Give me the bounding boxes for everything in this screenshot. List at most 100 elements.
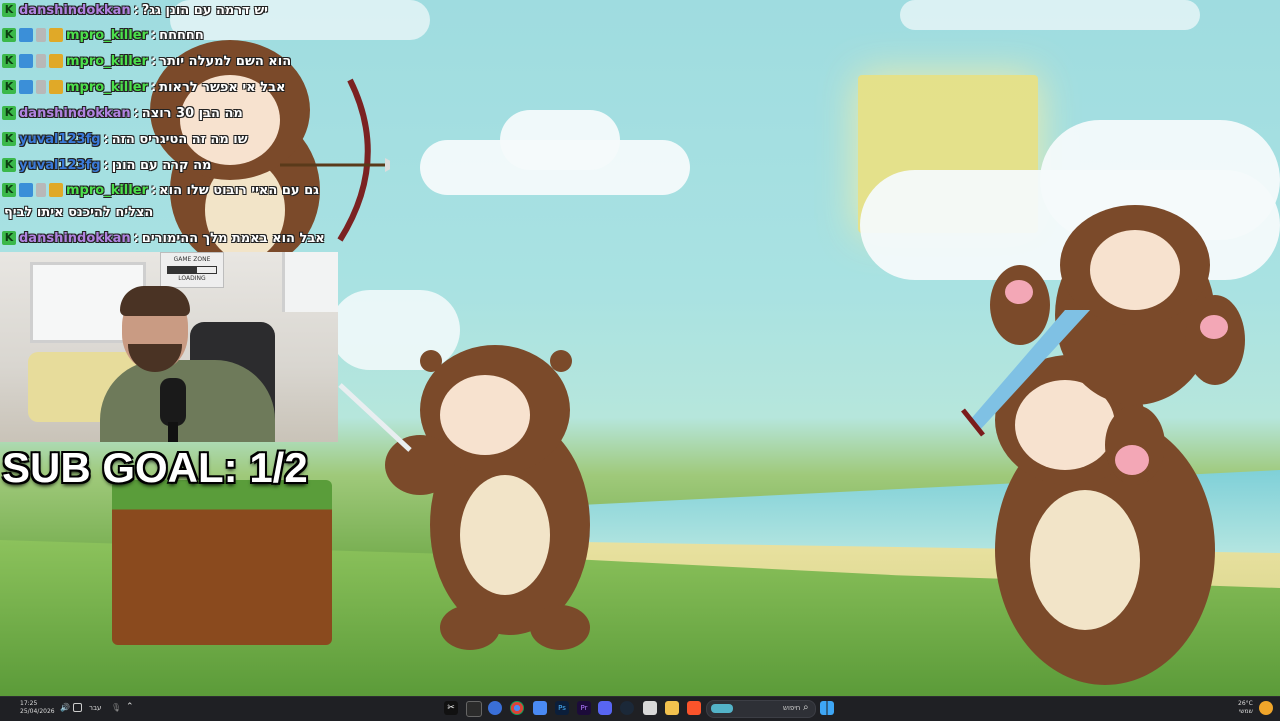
chat-text-continuation: הצליח להיכנס איתו לביף [4, 205, 154, 220]
subscriber-badge-icon [49, 28, 63, 42]
chat-username[interactable]: mpro_killer [66, 54, 148, 69]
windows-start-icon[interactable] [820, 701, 834, 715]
chat-username[interactable]: yuval123fg [19, 158, 101, 173]
kick-badge-icon: K [2, 183, 16, 197]
chat-username[interactable]: mpro_killer [66, 183, 148, 198]
app-explorer-icon[interactable] [665, 701, 679, 715]
chevron-up-icon[interactable]: ⌃ [126, 702, 134, 712]
clock-time: 17:25 [20, 700, 38, 707]
verified-badge-icon [19, 183, 33, 197]
weather-widget[interactable]: 26°C שמשי [1238, 700, 1253, 716]
chat-separator: : [103, 157, 109, 173]
chat-username[interactable]: mpro_killer [66, 80, 148, 95]
chat-message: K mpro_killer : חחחחח [2, 23, 204, 47]
taskbar: 17:25 25/04/2026 🔊 עבר 🎙 ⌃ ✂ Ps Pr חיפוש… [0, 696, 1280, 721]
app-terminal-icon[interactable] [466, 701, 482, 717]
chat-separator: : [150, 79, 157, 95]
sword-badge-icon [36, 183, 46, 197]
cloud [900, 0, 1200, 30]
chat-separator: : [133, 230, 139, 246]
chat-separator: : [150, 53, 157, 69]
clock-date: 25/04/2026 [20, 708, 55, 715]
kick-badge-icon: K [2, 106, 16, 120]
chat-username[interactable]: danshindokkan [19, 106, 131, 121]
chat-separator: : [133, 105, 139, 121]
sword-icon [338, 383, 412, 452]
volume-icon[interactable]: 🔊 [60, 703, 70, 712]
chat-text: אבל אי אפשר לראות [159, 79, 286, 95]
room-window [282, 252, 338, 312]
chat-separator: : [103, 131, 109, 147]
chat-username[interactable]: yuval123fg [19, 132, 101, 147]
sword-badge-icon [36, 28, 46, 42]
sun-weather-icon[interactable] [1259, 701, 1273, 715]
bow-icon [280, 78, 390, 242]
chat-text: חחחחח [159, 27, 204, 43]
app-premiere-icon[interactable]: Pr [577, 701, 591, 715]
sword-icon [961, 310, 1090, 437]
sword-badge-icon [36, 54, 46, 68]
subscriber-badge-icon [49, 183, 63, 197]
microphone-arm [168, 422, 178, 442]
taskbar-clock[interactable]: 17:25 25/04/2026 [20, 700, 55, 716]
chat-text: שו מה זה הטיגריס הזה [111, 131, 248, 147]
kick-badge-icon: K [2, 3, 16, 17]
microphone-tray-icon[interactable]: 🎙 [111, 703, 121, 712]
kick-badge-icon: K [2, 28, 16, 42]
verified-badge-icon [19, 28, 33, 42]
chat-username[interactable]: danshindokkan [19, 231, 131, 246]
sub-goal-label: SUB GOAL: 1/2 [2, 444, 308, 491]
app-steam-icon[interactable] [620, 701, 634, 715]
search-highlight-icon [711, 704, 733, 713]
kick-badge-icon: K [2, 54, 16, 68]
chat-message: K danshindokkan : אבל הוא באמת מלך ההימו… [2, 226, 325, 250]
verified-badge-icon [19, 80, 33, 94]
chat-separator: : [150, 27, 157, 43]
chat-separator: : [133, 2, 139, 18]
bear-swordsman [338, 335, 610, 655]
cloud [500, 110, 620, 170]
weather-temp: 26°C [1238, 700, 1253, 707]
chat-text: מה קרה עם הונן [111, 157, 212, 173]
app-photoshop-icon[interactable]: Ps [555, 701, 569, 715]
app-brave-icon[interactable] [687, 701, 701, 715]
input-language[interactable]: עבר [89, 704, 101, 712]
weather-condition: שמשי [1238, 708, 1253, 715]
kick-badge-icon: K [2, 231, 16, 245]
streamer-hair [120, 286, 190, 316]
chat-text: אבל הוא באמת מלך ההימורים [141, 230, 325, 246]
subscriber-badge-icon [49, 80, 63, 94]
chat-message: K mpro_killer : גם עם האיי רובוט שלו הוא [2, 178, 319, 202]
chat-username[interactable]: mpro_killer [66, 28, 148, 43]
verified-badge-icon [19, 54, 33, 68]
subscriber-badge-icon [49, 54, 63, 68]
poster-subtitle: LOADING [178, 275, 206, 282]
app-calculator-icon[interactable] [643, 701, 657, 715]
grass-dirt-block [112, 480, 332, 645]
webcam-feed: GAME ZONE LOADING [0, 252, 338, 442]
chat-text: גם עם האיי רובוט שלו הוא [159, 182, 319, 198]
app-git-icon[interactable] [488, 701, 502, 715]
chat-message: K yuval123fg : מה קרה עם הונן [2, 153, 211, 177]
microphone-icon [160, 378, 186, 426]
chat-message: K mpro_killer : אבל אי אפשר לראות [2, 75, 285, 99]
sword-badge-icon [36, 80, 46, 94]
app-docs-icon[interactable] [533, 701, 547, 715]
search-placeholder: חיפוש [783, 704, 801, 712]
chat-separator: : [150, 182, 157, 198]
taskbar-search[interactable]: חיפוש ⌕ [706, 700, 816, 718]
chat-text: הוא השם למעלה יותר [159, 53, 292, 69]
search-icon: ⌕ [803, 702, 809, 713]
wall-poster: GAME ZONE LOADING [160, 252, 224, 288]
app-discord-icon[interactable] [598, 701, 612, 715]
chat-username[interactable]: danshindokkan [19, 3, 131, 18]
app-capcut-icon[interactable]: ✂ [444, 701, 458, 715]
chat-message: K yuval123fg : שו מה זה הטיגריס הזה [2, 127, 248, 151]
kick-badge-icon: K [2, 158, 16, 172]
network-icon[interactable] [73, 703, 82, 712]
chat-message: K danshindokkan : יש דרמה עם הונן גג? [2, 0, 268, 22]
poster-title: GAME ZONE [173, 256, 211, 263]
kick-badge-icon: K [2, 132, 16, 146]
chat-text: יש דרמה עם הונן גג? [141, 2, 269, 18]
app-chrome-icon[interactable] [510, 701, 524, 715]
